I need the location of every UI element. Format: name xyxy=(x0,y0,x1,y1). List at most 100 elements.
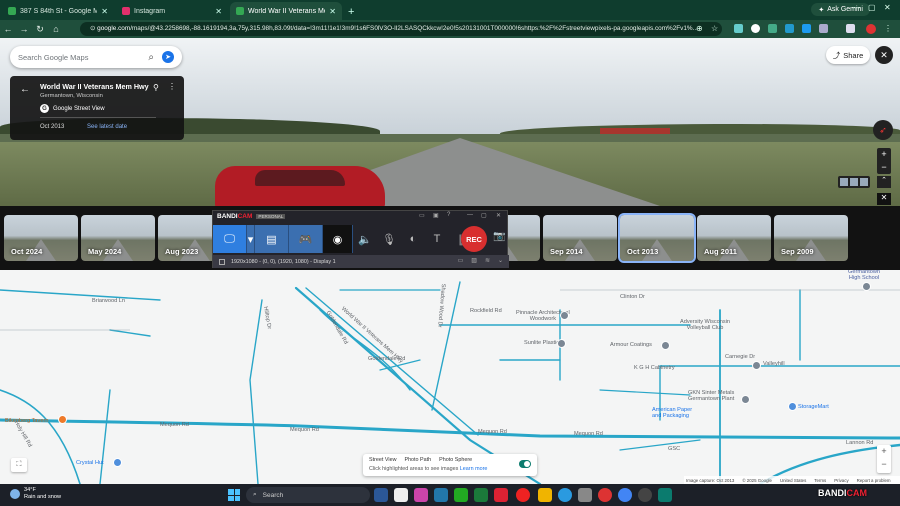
expand-icon[interactable]: ⌃ xyxy=(877,176,891,188)
extension-icon[interactable] xyxy=(768,24,777,33)
place-label[interactable]: GSC xyxy=(668,446,680,452)
bookmark-star-icon[interactable]: ☆ xyxy=(711,24,720,33)
timeline-thumbnail[interactable]: Sep 2014 xyxy=(543,215,617,261)
extension-icon[interactable] xyxy=(734,24,743,33)
map-view[interactable]: World War II Veterans Mem Hwy Clinton Dr… xyxy=(0,270,900,484)
place-label[interactable]: Crystal Hut xyxy=(76,460,104,466)
place-label[interactable]: Germantown High School xyxy=(848,270,880,281)
privacy-link[interactable]: Privacy xyxy=(834,478,848,483)
text-overlay-icon[interactable]: T xyxy=(425,225,449,253)
taskbar-search-input[interactable]: ⌕ Search xyxy=(246,487,370,503)
place-pin-icon[interactable] xyxy=(752,361,761,370)
timeline-thumbnail[interactable]: Aug 2011 xyxy=(697,215,771,261)
learn-more-link[interactable]: Learn more xyxy=(460,466,488,472)
place-label[interactable]: K G H Cabinetry xyxy=(634,365,675,371)
close-street-view-icon[interactable]: ✕ xyxy=(875,46,893,64)
tab-instagram[interactable]: Instagram ✕ xyxy=(116,2,228,20)
app-icon[interactable] xyxy=(454,488,468,502)
folder-icon[interactable]: ▭ xyxy=(419,212,425,219)
location-pin-icon[interactable]: ⚲ xyxy=(153,83,159,92)
fullscreen-icon[interactable]: ⛶ xyxy=(11,458,27,472)
place-pin-icon[interactable] xyxy=(741,395,750,404)
windows-start-icon[interactable] xyxy=(228,489,240,501)
place-label[interactable]: Armour Coatings xyxy=(610,342,652,348)
school-pin-icon[interactable] xyxy=(862,282,871,291)
collapse-icon[interactable]: ⌄ xyxy=(498,257,503,264)
terms-link[interactable]: Terms xyxy=(814,478,826,483)
mouse-icon[interactable]: ◐ xyxy=(401,225,425,253)
place-pin-icon[interactable] xyxy=(788,402,797,411)
zoom-out-icon[interactable]: − xyxy=(877,458,891,471)
microphone-icon[interactable]: 🎙 xyxy=(377,225,401,253)
search-icon[interactable]: ⌕ xyxy=(148,52,154,63)
bandicam-toolbar[interactable]: BANDICAM PERSONAL ▭ ▣ ? — ▢ ✕ 🖵 ▾ ▤ 🎮 ◉ … xyxy=(212,210,509,268)
screenshot-camera-icon[interactable]: 📷 xyxy=(493,231,505,242)
place-label[interactable]: Adversity Wisconsin Volleyball Club xyxy=(680,319,730,331)
bandicam-taskbar-icon[interactable] xyxy=(516,488,530,502)
back-arrow-icon[interactable]: ← xyxy=(20,84,30,95)
map-zoom-control[interactable]: + − xyxy=(877,445,891,473)
chrome-icon[interactable] xyxy=(618,488,632,502)
hdmi-mode-icon[interactable]: ▤ xyxy=(255,225,289,253)
edge-icon[interactable] xyxy=(558,488,572,502)
place-label[interactable]: StorageMart xyxy=(798,404,829,410)
app-icon[interactable] xyxy=(374,488,388,502)
street-view-layer-toggle[interactable] xyxy=(519,460,531,468)
close-tab-icon[interactable]: ✕ xyxy=(215,7,222,16)
search-input[interactable]: Search Google Maps ⌕ ➤ xyxy=(10,46,182,68)
close-window-icon[interactable]: ✕ xyxy=(884,3,891,12)
place-pin-icon[interactable] xyxy=(113,458,122,467)
restore-icon[interactable]: ▢ xyxy=(481,212,487,219)
zoom-in-icon[interactable]: + xyxy=(877,148,891,161)
ask-gemini-button[interactable]: ✦ Ask Gemini xyxy=(811,3,870,16)
minimize-icon[interactable]: — xyxy=(467,212,473,218)
url-bar[interactable]: ⊙ google.com/maps/@43.2258698,-88.161919… xyxy=(80,22,722,36)
webcam-off-icon[interactable]: ◉ xyxy=(323,225,353,253)
share-button[interactable]: ⤴ Share xyxy=(826,46,870,64)
timeline-thumbnail[interactable]: May 2024 xyxy=(81,215,155,261)
help-icon[interactable]: ? xyxy=(447,212,450,218)
place-pin-icon[interactable] xyxy=(557,339,566,348)
place-label[interactable]: GKN Sinter Metals Germantown Plant xyxy=(688,390,734,402)
timeline-thumbnail[interactable]: Oct 2024 xyxy=(4,215,78,261)
place-label[interactable]: Bikenberg Tavern xyxy=(5,418,48,424)
place-label[interactable]: Valleyhill xyxy=(763,361,785,367)
image-icon[interactable]: ▨ xyxy=(471,257,477,264)
new-tab-icon[interactable]: + xyxy=(342,6,360,20)
reload-icon[interactable]: ↻ xyxy=(32,24,48,35)
video-icon[interactable]: ▭ xyxy=(458,257,464,264)
app-icon[interactable] xyxy=(494,488,508,502)
tab-google-maps[interactable]: 387 S 84th St - Google Maps ✕ xyxy=(2,2,114,20)
home-icon[interactable]: ⌂ xyxy=(48,24,64,34)
street-view-panorama[interactable]: Search Google Maps ⌕ ➤ ← World War II Ve… xyxy=(0,38,900,206)
audio-icon[interactable]: ≋ xyxy=(485,257,490,264)
extension-icon[interactable] xyxy=(802,24,811,33)
see-latest-date-link[interactable]: See latest date xyxy=(87,124,127,130)
file-explorer-icon[interactable] xyxy=(538,488,552,502)
restaurant-pin-icon[interactable] xyxy=(58,415,67,424)
zoom-out-icon[interactable]: − xyxy=(877,161,891,174)
place-pin-icon[interactable] xyxy=(661,341,670,350)
report-problem-link[interactable]: Report a problem xyxy=(857,478,891,483)
app-icon[interactable] xyxy=(394,488,408,502)
excel-icon[interactable] xyxy=(474,488,488,502)
tab-street-view[interactable]: World War II Veterans Mem Hwy ✕ xyxy=(230,2,342,20)
timeline-thumbnail[interactable]: Sep 2009 xyxy=(774,215,848,261)
game-mode-icon[interactable]: 🎮 xyxy=(289,225,323,253)
timeline-thumbnail-selected[interactable]: Oct 2013 xyxy=(618,213,696,263)
app-icon[interactable] xyxy=(658,488,672,502)
extension-icon[interactable] xyxy=(785,24,794,33)
street-view-zoom-control[interactable]: + − xyxy=(877,148,891,174)
menu-icon[interactable]: ⋮ xyxy=(884,24,893,33)
close-tab-icon[interactable]: ✕ xyxy=(329,7,336,16)
app-icon[interactable] xyxy=(414,488,428,502)
mode-dropdown-icon[interactable]: ▾ xyxy=(247,225,255,253)
close-timeline-icon[interactable]: ✕ xyxy=(877,193,891,205)
screen-mode-icon[interactable]: 🖵 xyxy=(213,225,247,253)
record-button[interactable]: REC xyxy=(461,226,487,252)
app-icon[interactable] xyxy=(434,488,448,502)
layer-thumbnails[interactable] xyxy=(838,176,870,188)
country-label[interactable]: United States xyxy=(780,478,806,483)
zoom-in-icon[interactable]: + xyxy=(877,445,891,458)
close-icon[interactable]: ✕ xyxy=(496,212,501,219)
